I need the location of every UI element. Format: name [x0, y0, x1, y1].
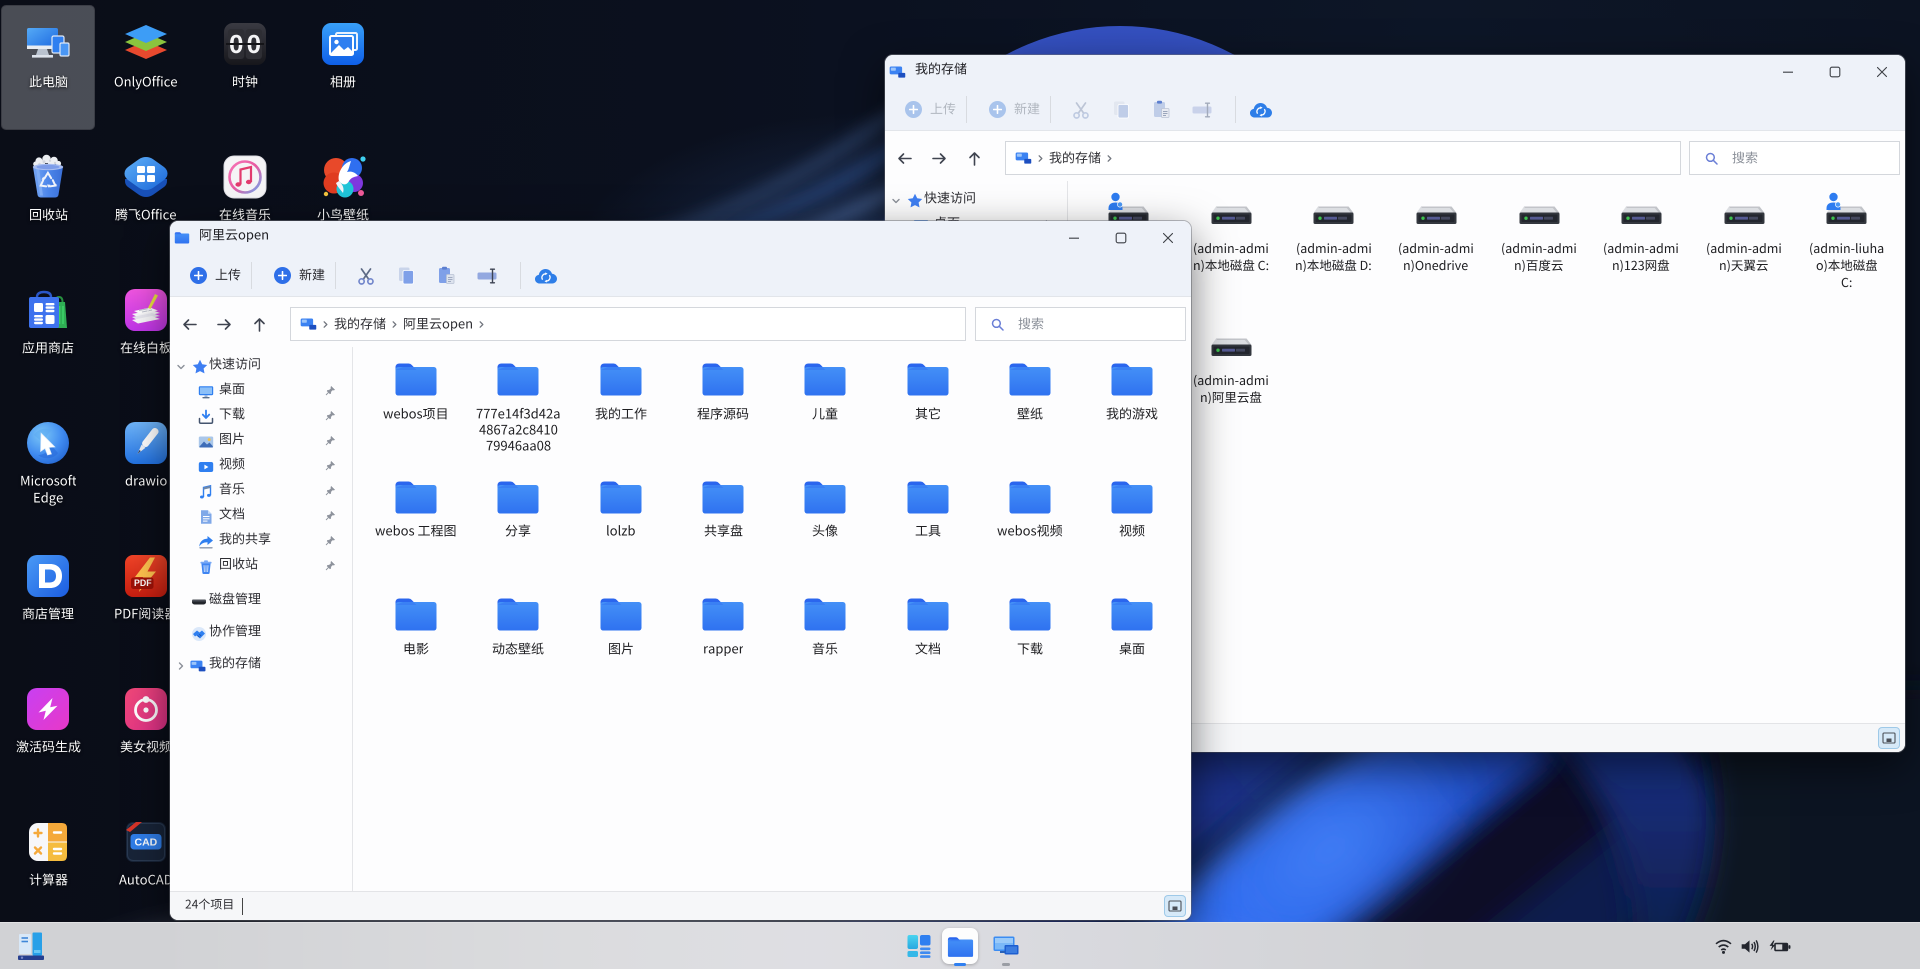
svg-text:PDF: PDF — [134, 578, 152, 588]
svg-text:CAD: CAD — [135, 837, 158, 849]
